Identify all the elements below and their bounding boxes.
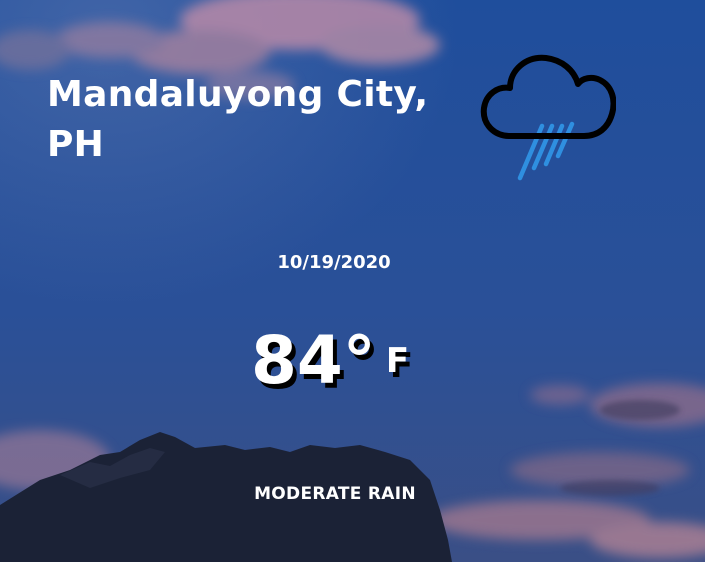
temperature-value: 84°: [250, 322, 376, 399]
temperature-display: 84° F: [0, 314, 660, 408]
weather-description: MODERATE RAIN: [254, 484, 416, 504]
rain-cloud-icon: [474, 44, 617, 186]
temperature-unit: F: [385, 341, 410, 381]
forecast-date: 10/19/2020: [277, 252, 391, 273]
location-title: Mandaluyong City, PH: [47, 74, 429, 165]
